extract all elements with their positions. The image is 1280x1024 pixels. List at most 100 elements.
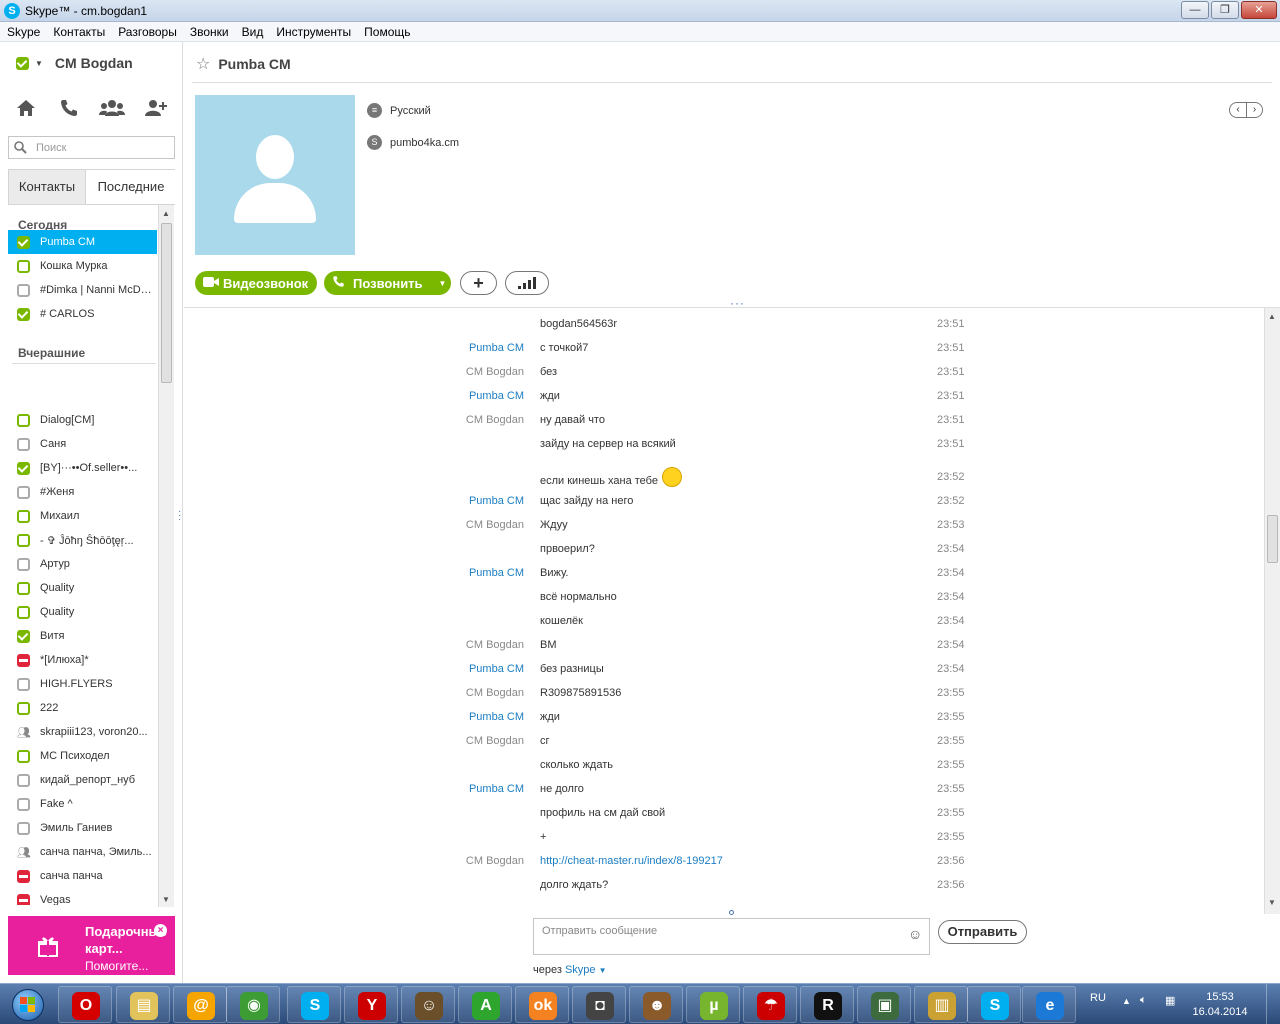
taskbar-app-button[interactable]: e [1022,986,1076,1023]
contact-item[interactable]: HIGH.FLYERS [8,672,157,696]
home-icon[interactable] [12,94,40,122]
menu-skype[interactable]: Skype [0,22,46,39]
via-service[interactable]: Skype [565,964,596,976]
taskbar-app-button[interactable]: S [287,986,341,1023]
scrollbar-thumb[interactable] [1267,515,1278,563]
contact-item[interactable]: Эмиль Ганиев [8,816,157,840]
menu-tools[interactable]: Инструменты [269,22,357,39]
menu-help[interactable]: Помощь [357,22,416,39]
chat-scrollbar[interactable]: ▲ ▼ [1264,308,1280,914]
message-sender[interactable]: Pumba CM [469,495,524,507]
video-call-button[interactable]: Видеозвонок [195,271,317,295]
menu-conversations[interactable]: Разговоры [111,22,183,39]
show-desktop-button[interactable] [1266,984,1280,1024]
contact-item[interactable]: кидай_репорт_нуб [8,768,157,792]
message-sender[interactable]: CM Bogdan [466,414,524,426]
taskbar-app-button[interactable]: ◉ [226,986,280,1023]
add-participant-button[interactable]: + [460,271,497,295]
contact-item[interactable]: санча панча [8,864,157,888]
taskbar-app-button[interactable]: ▥ [914,986,968,1023]
language-indicator[interactable]: RU [1090,992,1106,1004]
message-sender[interactable]: Pumba CM [469,390,524,402]
taskbar-app-button[interactable]: S [967,986,1021,1023]
contact-item[interactable]: 222 [8,696,157,720]
contact-item[interactable]: # CARLOS [8,302,157,326]
volume-icon[interactable]: 🔈︎ [1140,994,1147,1007]
gift-card-promo[interactable]: Подарочные карт... Помогите... × [8,916,175,975]
contact-item[interactable]: Dialog[CM] [8,408,157,432]
contact-list-scrollbar[interactable]: ▲ ▼ [158,205,174,907]
taskbar-app-button[interactable]: ☺ [401,986,455,1023]
send-via[interactable]: через Skype ▼ [533,964,607,976]
menu-view[interactable]: Вид [235,22,270,39]
search-input[interactable]: Поиск [8,136,175,159]
contact-item[interactable]: *[Илюха]* [8,648,157,672]
message-sender[interactable]: Pumba CM [469,567,524,579]
taskbar-app-button[interactable]: ◘ [572,986,626,1023]
contact-item[interactable]: Pumba CM [8,230,157,254]
emoticon-icon[interactable]: ☺ [908,926,922,942]
taskbar-app-button[interactable]: ▣ [857,986,911,1023]
user-status-header[interactable]: ▼ CM Bogdan [16,54,133,72]
contact-item[interactable]: 👥︎ санча панча, Эмиль... [8,840,157,864]
message-link[interactable]: http://cheat-master.ru/index/8-199217 [540,855,723,867]
contact-item[interactable]: [BY]···••Of.seller••... [8,456,157,480]
scroll-down-icon[interactable]: ▼ [1268,898,1276,907]
close-button[interactable]: ✕ [1241,1,1277,19]
taskbar-app-button[interactable]: ☻ [629,986,683,1023]
network-icon[interactable]: ▦ [1165,994,1175,1007]
group-icon[interactable] [98,94,126,122]
contact-item[interactable]: Саня [8,432,157,456]
taskbar-app-button[interactable]: @ [173,986,227,1023]
prev-arrow-icon[interactable]: ‹ [1230,103,1246,117]
contact-item[interactable]: Fake ^ [8,792,157,816]
user-name[interactable]: CM Bogdan [55,55,133,71]
scroll-up-icon[interactable]: ▲ [162,209,170,218]
contact-item[interactable]: Артур [8,552,157,576]
taskbar-app-button[interactable]: Y [344,986,398,1023]
online-status-icon[interactable] [16,56,29,70]
scroll-up-icon[interactable]: ▲ [1268,312,1276,321]
contact-item[interactable]: Кошка Мурка [8,254,157,278]
message-sender[interactable]: Pumba CM [469,783,524,795]
phone-icon[interactable] [55,94,83,122]
message-input[interactable]: Отправить сообщение ☺ [533,918,930,955]
close-icon[interactable]: × [154,924,167,937]
message-sender[interactable]: Pumba CM [469,711,524,723]
message-sender[interactable]: CM Bogdan [466,366,524,378]
message-sender[interactable]: Pumba CM [469,342,524,354]
tray-expand-icon[interactable]: ▲ [1122,996,1131,1006]
menu-contacts[interactable]: Контакты [46,22,111,39]
taskbar-app-button[interactable]: µ [686,986,740,1023]
maximize-button[interactable]: ❐ [1211,1,1239,19]
tab-contacts[interactable]: Контакты [9,170,86,204]
contact-item[interactable]: Михаил [8,504,157,528]
message-sender[interactable]: CM Bogdan [466,735,524,747]
minimize-button[interactable]: — [1181,1,1209,19]
chevron-down-icon[interactable]: ▼ [439,279,447,288]
message-sender[interactable]: CM Bogdan [466,855,524,867]
promo-cta[interactable]: Помогите... [85,959,148,973]
chevron-down-icon[interactable]: ▼ [599,966,607,975]
call-button[interactable]: Позвонить ▼ [324,271,451,295]
scroll-down-icon[interactable]: ▼ [162,895,170,904]
start-button[interactable] [6,986,50,1023]
taskbar-app-button[interactable]: ▤ [116,986,170,1023]
taskbar-app-button[interactable]: A [458,986,512,1023]
taskbar-app-button[interactable]: R [800,986,854,1023]
contact-item[interactable]: Quality [8,600,157,624]
add-contact-icon[interactable] [142,94,170,122]
menu-calls[interactable]: Звонки [183,22,235,39]
contact-item[interactable]: Quality [8,576,157,600]
chevron-down-icon[interactable]: ▼ [35,59,43,68]
taskbar-clock[interactable]: 15:53 16.04.2014 [1185,990,1255,1020]
contact-item[interactable]: 👥︎ skrapiii123, voron20... [8,720,157,744]
message-sender[interactable]: CM Bogdan [466,639,524,651]
favorite-star-icon[interactable]: ☆ [196,54,210,74]
taskbar-app-button[interactable]: O [58,986,112,1023]
contact-item[interactable]: Vegas [8,888,157,905]
taskbar-app-button[interactable]: ok [515,986,569,1023]
panel-splitter[interactable]: · · · [178,507,181,525]
contact-item[interactable]: Витя [8,624,157,648]
message-sender[interactable]: Pumba CM [469,663,524,675]
